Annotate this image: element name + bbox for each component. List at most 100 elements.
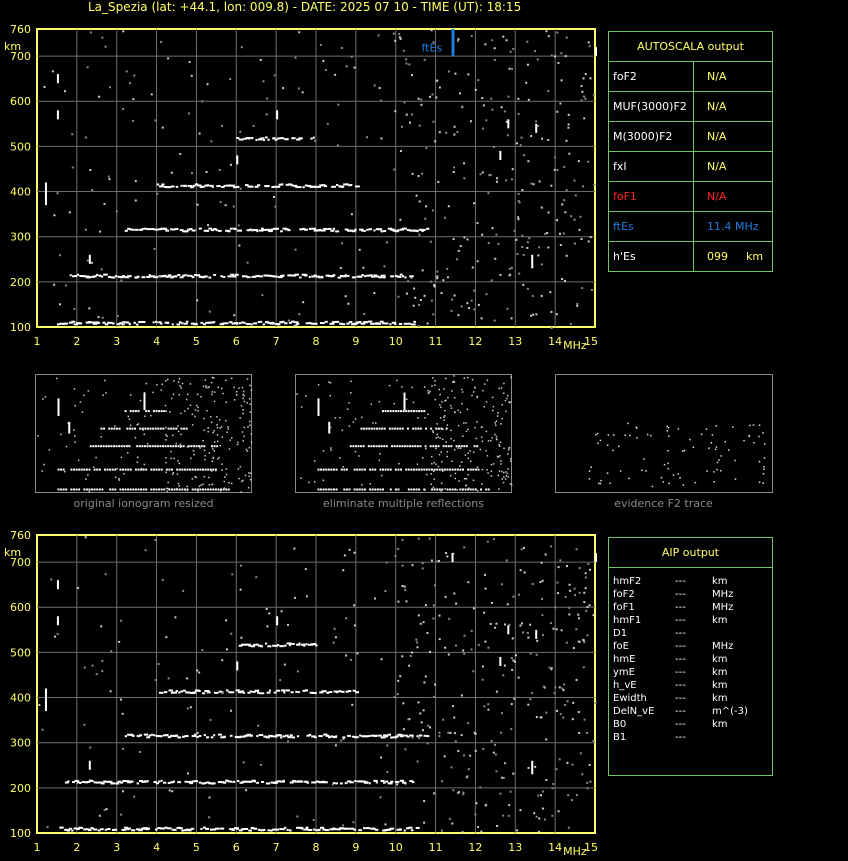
trace-point [192,691,197,694]
trace-point [367,827,371,830]
noise-point [489,622,492,625]
noise-point [419,622,422,625]
noise-point [457,749,460,752]
trace-point [217,827,220,830]
trace-point [328,691,333,694]
noise-point [447,731,450,734]
aip-row-label: Ewidth [613,693,647,704]
trace-point [365,827,369,830]
noise-point [474,813,477,816]
noise-point [121,712,124,715]
noise-point [356,652,359,655]
noise-point [208,796,211,799]
noise-point [586,634,589,637]
noise-point [83,723,86,726]
trace-point [158,780,161,783]
noise-point [513,697,516,700]
noise-point [348,548,351,551]
trace-point [276,689,281,692]
noise-point [567,826,570,829]
noise-point [334,744,337,747]
noise-point [384,823,387,826]
noise-point [452,789,455,792]
noise-point [474,749,477,752]
noise-point [226,648,229,651]
noise-point [225,619,228,622]
noise-point [511,637,514,640]
trace-point [279,828,282,831]
noise-point [432,617,435,620]
noise-point [583,591,586,594]
trace-point [272,828,275,831]
aip-row-label: foF2 [613,589,635,600]
noise-point [541,597,544,600]
trace-point [68,827,72,830]
trace-point [257,828,261,831]
x-tick-label: 2 [73,841,80,854]
noise-point [422,621,425,624]
noise-point [560,629,563,632]
aip-row-unit: km [712,719,728,730]
x-tick-label: 7 [273,841,280,854]
noise-point [512,595,515,598]
trace-point [66,829,71,832]
noise-point [448,617,451,620]
noise-point [553,692,556,695]
noise-point [540,561,543,564]
noise-point [438,731,441,734]
noise-point [171,790,174,793]
noise-point [397,679,400,682]
trace-point [92,828,98,831]
vertical-streak [236,661,239,671]
noise-point [421,729,424,732]
trace-point [258,734,264,737]
aip-row-unit: m^(-3) [712,706,748,717]
trace-point [67,780,70,783]
aip-row-value: --- [675,706,686,717]
noise-point [461,831,464,834]
noise-point [510,703,513,706]
trace-point [71,829,74,832]
noise-point [416,646,419,649]
noise-point [577,711,580,714]
noise-point [557,810,560,813]
noise-point [487,646,490,649]
trace-point [304,689,309,692]
noise-point [526,632,529,635]
trace-point [366,781,369,784]
trace-point [245,828,249,831]
y-tick-label: 700 [10,556,31,569]
vertical-streak [531,760,534,775]
noise-point [570,799,573,802]
noise-point [454,740,457,743]
trace-point [249,690,253,693]
trace-point [136,782,139,785]
noise-point [402,728,405,731]
noise-point [423,681,426,684]
trace-point [112,782,116,785]
trace-point [198,734,202,737]
noise-point [534,765,537,768]
aip-row-value: --- [675,732,686,743]
noise-point [419,712,422,715]
noise-point [496,824,499,827]
noise-point [407,718,410,721]
trace-point [180,690,183,693]
noise-point [154,539,157,542]
noise-point [38,703,41,706]
noise-point [95,673,98,676]
noise-point [444,552,447,555]
noise-point [161,578,164,581]
aip-row-label: foE [613,641,629,652]
trace-point [283,691,286,694]
noise-point [572,647,575,650]
trace-point [387,733,392,736]
noise-point [448,817,451,820]
trace-point [340,690,345,693]
noise-point [466,775,469,778]
trace-point [359,734,362,737]
noise-point [208,816,211,819]
noise-point [351,703,354,706]
trace-point [213,691,219,694]
noise-point [483,573,486,576]
